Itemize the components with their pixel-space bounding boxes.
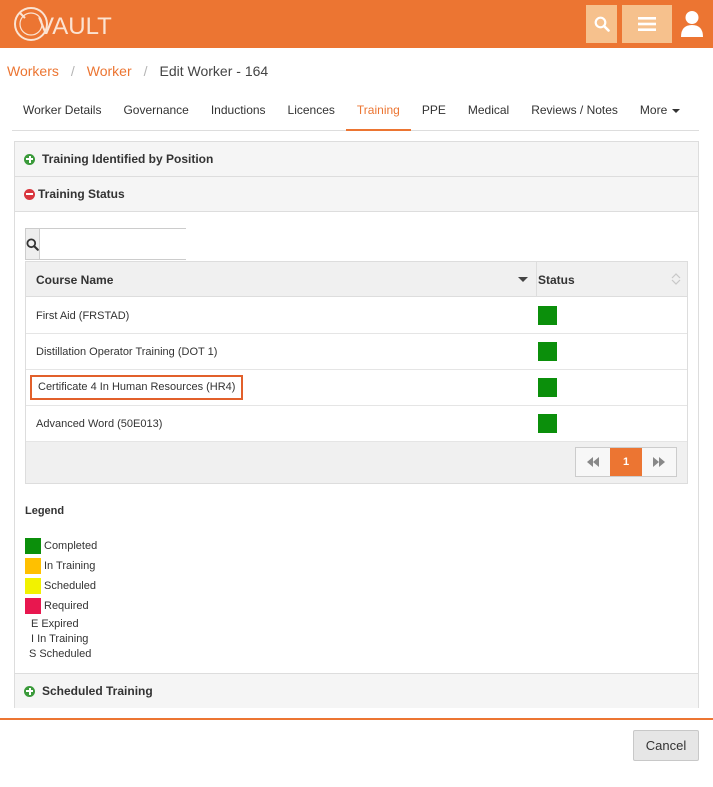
status-completed-swatch xyxy=(538,342,557,361)
legend-item-required: Required xyxy=(25,598,89,614)
grid-header: Course Name Status xyxy=(26,262,687,297)
top-bar: VAULT xyxy=(0,0,713,48)
footer-divider xyxy=(0,718,713,720)
grid-pager-bar: 1 xyxy=(26,442,687,483)
tab-ppe[interactable]: PPE xyxy=(411,92,457,131)
status-completed-swatch xyxy=(538,378,557,397)
tab-training[interactable]: Training xyxy=(345,92,411,131)
status-completed-swatch xyxy=(538,306,557,325)
legend-code-in-training: I In Training xyxy=(31,632,88,646)
legend-item-scheduled: Scheduled xyxy=(25,578,96,594)
section-title: Training Status xyxy=(38,187,125,201)
breadcrumb-current: Edit Worker - 164 xyxy=(159,63,269,79)
column-header-status[interactable]: Status xyxy=(537,262,687,297)
course-name-cell: First Aid (FRSTAD) xyxy=(36,310,130,322)
breadcrumb: Workers / Worker / Edit Worker - 164 xyxy=(7,63,268,79)
table-row[interactable]: Advanced Word (50E013) xyxy=(26,406,687,442)
legend-label: Required xyxy=(44,600,89,612)
tab-inductions[interactable]: Inductions xyxy=(200,92,277,131)
vault-logo[interactable]: VAULT xyxy=(11,4,112,44)
tab-governance[interactable]: Governance xyxy=(112,92,199,131)
breadcrumb-separator: / xyxy=(143,63,148,79)
grid-search-input[interactable] xyxy=(40,229,207,259)
tab-more-label: More xyxy=(639,103,668,117)
pager-first-button[interactable] xyxy=(576,448,610,476)
legend-code-label: In Training xyxy=(37,633,89,645)
course-name-cell: Certificate 4 In Human Resources (HR4) xyxy=(30,375,244,400)
double-chevron-left-icon xyxy=(587,457,599,467)
table-row[interactable]: Distillation Operator Training (DOT 1) xyxy=(26,334,687,370)
header-search-button[interactable] xyxy=(586,5,617,43)
legend-label: In Training xyxy=(44,560,96,572)
column-header-label: Course Name xyxy=(36,272,114,287)
pager-page-current[interactable]: 1 xyxy=(610,448,642,476)
tab-bar: Worker Details Governance Inductions Lic… xyxy=(12,92,699,131)
section-training-status-header[interactable]: Training Status xyxy=(15,177,698,212)
search-addon xyxy=(26,229,40,259)
legend-code-label: Scheduled xyxy=(39,648,92,660)
double-chevron-right-icon xyxy=(653,457,665,467)
grid-search xyxy=(25,228,207,260)
status-completed-swatch xyxy=(538,414,557,433)
sort-descending-icon xyxy=(518,277,528,282)
legend-label: Completed xyxy=(44,540,98,552)
search-icon xyxy=(26,237,39,251)
legend-code-expired: E Expired xyxy=(31,617,79,631)
legend-code-scheduled: S Scheduled xyxy=(29,647,91,661)
expand-plus-icon xyxy=(24,685,35,697)
caret-down-icon xyxy=(672,108,681,113)
breadcrumb-worker-link[interactable]: Worker xyxy=(87,63,132,79)
section-title: Training Identified by Position xyxy=(42,152,214,166)
section-scheduled-training-header[interactable]: Scheduled Training xyxy=(15,673,698,708)
column-header-course-name[interactable]: Course Name xyxy=(26,262,537,297)
logo-text: VAULT xyxy=(38,13,112,40)
hamburger-menu-icon xyxy=(638,17,656,31)
pager-last-button[interactable] xyxy=(642,448,676,476)
training-panel: Training Identified by Position Training… xyxy=(14,141,699,708)
tab-more-dropdown[interactable]: More xyxy=(629,92,691,131)
legend-code-letter: I xyxy=(31,633,35,645)
tab-worker-details[interactable]: Worker Details xyxy=(12,92,112,131)
column-header-label: Status xyxy=(538,272,575,287)
section-title: Scheduled Training xyxy=(42,684,153,698)
legend-code-letter: E xyxy=(31,618,39,630)
legend-item-in-training: In Training xyxy=(25,558,95,574)
legend-swatch xyxy=(25,558,41,574)
user-icon[interactable] xyxy=(680,10,704,38)
collapse-minus-icon xyxy=(24,188,35,200)
sort-unsorted-icon xyxy=(671,273,681,285)
legend-swatch xyxy=(25,578,41,594)
legend-item-completed: Completed xyxy=(25,538,97,554)
tab-medical[interactable]: Medical xyxy=(457,92,520,131)
legend-title: Legend xyxy=(25,505,65,517)
legend-swatch xyxy=(25,598,41,614)
legend-label: Scheduled xyxy=(44,580,96,592)
search-icon xyxy=(594,16,610,32)
course-name-cell: Advanced Word (50E013) xyxy=(36,418,163,430)
course-name-cell: Distillation Operator Training (DOT 1) xyxy=(36,346,218,358)
breadcrumb-separator: / xyxy=(70,63,75,79)
cancel-button[interactable]: Cancel xyxy=(633,730,699,761)
legend-code-letter: S xyxy=(29,648,37,660)
tab-licences[interactable]: Licences xyxy=(277,92,346,131)
legend-code-label: Expired xyxy=(41,618,79,630)
table-row[interactable]: Certificate 4 In Human Resources (HR4) xyxy=(26,370,687,406)
legend-swatch xyxy=(25,538,41,554)
tab-reviews-notes[interactable]: Reviews / Notes xyxy=(520,92,629,131)
breadcrumb-workers-link[interactable]: Workers xyxy=(7,63,59,79)
pager: 1 xyxy=(575,447,677,477)
table-row[interactable]: First Aid (FRSTAD) xyxy=(26,298,687,334)
training-status-grid: Course Name Status First Aid (FRSTAD) Di… xyxy=(25,261,688,484)
header-menu-button[interactable] xyxy=(622,5,672,43)
expand-plus-icon xyxy=(24,153,35,165)
section-training-identified-header[interactable]: Training Identified by Position xyxy=(15,142,698,177)
